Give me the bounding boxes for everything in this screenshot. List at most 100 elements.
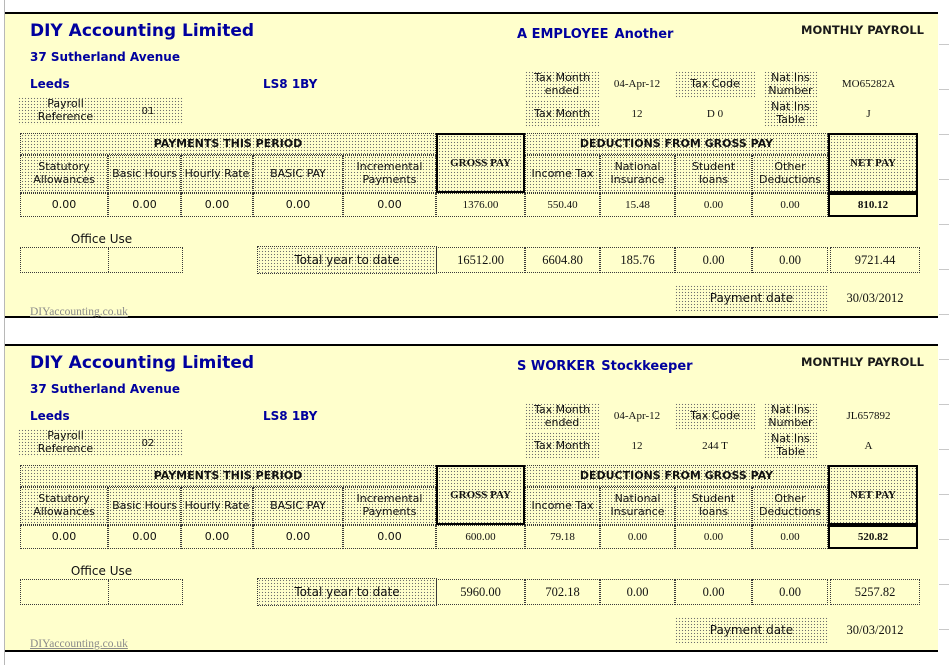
ytd-student-loans: 0.00 (675, 247, 752, 273)
payment-date-value: 30/03/2012 (830, 285, 920, 311)
tax-month-value: 12 (599, 100, 675, 128)
col-national-insurance: National Insurance (600, 487, 675, 525)
tax-code-label: Tax Code (675, 71, 755, 98)
col-student-loans: Student loans (675, 487, 752, 525)
col-basic-hours: Basic Hours (108, 155, 181, 193)
payroll-reference-field: Payroll Reference 01 (18, 97, 183, 125)
tax-month-ended-value: 04-Apr-12 (599, 71, 675, 98)
employee-name: S WORKER (517, 359, 595, 374)
company-city: Leeds (30, 77, 70, 91)
office-use-cell (21, 248, 109, 272)
col-basic-pay: BASIC PAY (253, 155, 343, 193)
office-use-label: Office Use (20, 232, 183, 246)
company-name: DIY Accounting Limited (30, 353, 254, 373)
col-statutory-allowances: Statutory Allowances (20, 487, 108, 525)
value-national-insurance: 15.48 (600, 193, 675, 217)
col-income-tax: Income Tax (525, 155, 600, 193)
value-gross-pay: 1376.00 (436, 193, 525, 217)
deductions-header: DEDUCTIONS FROM GROSS PAY (525, 133, 828, 155)
tax-month-label: Tax Month (525, 100, 599, 128)
ytd-income-tax: 6604.80 (525, 247, 600, 273)
value-income-tax: 79.18 (525, 525, 600, 549)
ytd-gross-pay: 16512.00 (436, 247, 525, 273)
value-statutory-allowances: 0.00 (20, 525, 108, 549)
ytd-national-insurance: 0.00 (600, 579, 675, 605)
nat-ins-number-value: JL657892 (817, 403, 920, 430)
ytd-other-deductions: 0.00 (752, 247, 828, 273)
nat-ins-number-value: MO65282A (817, 71, 920, 98)
company-name: DIY Accounting Limited (30, 21, 254, 41)
value-student-loans: 0.00 (675, 525, 752, 549)
col-basic-pay: BASIC PAY (253, 487, 343, 525)
value-hourly-rate: 0.00 (181, 193, 253, 217)
company-address: 37 Sutherland Avenue (30, 50, 180, 64)
tax-info-grid: Tax Month ended 04-Apr-12 Tax Code Nat I… (525, 71, 920, 128)
col-hourly-rate: Hourly Rate (181, 155, 253, 193)
employee-role: Stockkeeper (601, 359, 692, 374)
ytd-national-insurance: 185.76 (600, 247, 675, 273)
gross-pay-header: GROSS PAY (436, 465, 525, 525)
payroll-type-label: MONTHLY PAYROLL (801, 23, 924, 37)
value-net-pay: 810.12 (828, 193, 918, 217)
total-year-to-date-label: Total year to date (257, 246, 437, 274)
company-city: Leeds (30, 409, 70, 423)
office-use-label: Office Use (20, 564, 183, 578)
tax-month-ended-label: Tax Month ended (525, 71, 599, 98)
payroll-reference-label: Payroll Reference (18, 430, 113, 455)
employee-role: Another (615, 27, 674, 42)
payment-date-label: Payment date (675, 285, 828, 311)
tax-month-value: 12 (599, 432, 675, 460)
tax-month-ended-label: Tax Month ended (525, 403, 599, 430)
value-basic-pay: 0.00 (253, 525, 343, 549)
office-use-box (20, 247, 183, 273)
value-other-deductions: 0.00 (752, 193, 828, 217)
value-hourly-rate: 0.00 (181, 525, 253, 549)
payment-date-label: Payment date (675, 617, 828, 643)
office-use-box (20, 579, 183, 605)
tax-month-ended-value: 04-Apr-12 (599, 403, 675, 430)
col-incremental-payments: Incremental Payments (343, 155, 436, 193)
ytd-gross-pay: 5960.00 (436, 579, 525, 605)
tax-code-label: Tax Code (675, 403, 755, 430)
ytd-income-tax: 702.18 (525, 579, 600, 605)
value-gross-pay: 600.00 (436, 525, 525, 549)
col-student-loans: Student loans (675, 155, 752, 193)
ytd-net-pay: 9721.44 (830, 247, 920, 273)
value-statutory-allowances: 0.00 (20, 193, 108, 217)
company-postcode: LS8 1BY (263, 77, 317, 91)
total-year-to-date-label: Total year to date (257, 578, 437, 606)
employee-name-line: A EMPLOYEEAnother (517, 27, 673, 42)
net-pay-header: NET PAY (828, 133, 918, 193)
nat-ins-table-label: Nat Ins Table (764, 432, 817, 460)
tax-code-value: 244 T (675, 432, 755, 460)
value-student-loans: 0.00 (675, 193, 752, 217)
tax-code-value: D 0 (675, 100, 755, 128)
office-use-cell (21, 580, 109, 604)
pay-table: PAYMENTS THIS PERIOD GROSS PAY DEDUCTION… (20, 465, 918, 549)
pay-table: PAYMENTS THIS PERIOD GROSS PAY DEDUCTION… (20, 133, 918, 217)
value-basic-pay: 0.00 (253, 193, 343, 217)
payments-this-period-header: PAYMENTS THIS PERIOD (20, 133, 436, 155)
website-link[interactable]: DIYaccounting.co.uk (30, 306, 128, 318)
ytd-student-loans: 0.00 (675, 579, 752, 605)
nat-ins-number-label: Nat Ins Number (764, 71, 817, 98)
value-net-pay: 520.82 (828, 525, 918, 549)
col-national-insurance: National Insurance (600, 155, 675, 193)
value-income-tax: 550.40 (525, 193, 600, 217)
nat-ins-number-label: Nat Ins Number (764, 403, 817, 430)
website-link[interactable]: DIYaccounting.co.uk (30, 638, 128, 650)
ytd-other-deductions: 0.00 (752, 579, 828, 605)
value-other-deductions: 0.00 (752, 525, 828, 549)
employee-name-line: S WORKER Stockkeeper (517, 359, 693, 374)
value-incremental-payments: 0.00 (343, 525, 436, 549)
col-basic-hours: Basic Hours (108, 487, 181, 525)
tax-info-grid: Tax Month ended 04-Apr-12 Tax Code Nat I… (525, 403, 920, 460)
payroll-reference-value: 02 (113, 438, 183, 449)
value-incremental-payments: 0.00 (343, 193, 436, 217)
value-basic-hours: 0.00 (108, 525, 181, 549)
col-statutory-allowances: Statutory Allowances (20, 155, 108, 193)
payslip-1: DIY Accounting Limited 37 Sutherland Ave… (5, 12, 938, 318)
deductions-header: DEDUCTIONS FROM GROSS PAY (525, 465, 828, 487)
payroll-type-label: MONTHLY PAYROLL (801, 355, 924, 369)
nat-ins-table-value: A (817, 432, 920, 460)
